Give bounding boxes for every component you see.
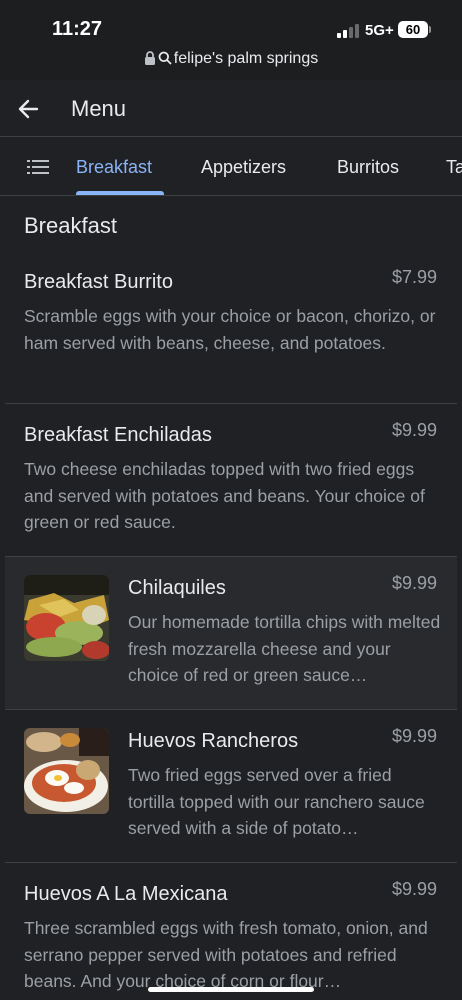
category-tabs: Breakfast Appetizers Burritos Ta bbox=[0, 137, 462, 196]
menu-item-name: Breakfast Burrito bbox=[24, 271, 173, 293]
list-icon[interactable] bbox=[27, 159, 49, 175]
menu-item-name: Huevos Rancheros bbox=[128, 730, 299, 752]
menu-item-price: $9.99 bbox=[391, 573, 437, 593]
huevos-rancheros-photo bbox=[24, 728, 109, 814]
menu-item-price: $9.99 bbox=[391, 420, 437, 440]
menu-item[interactable]: Breakfast Burrito $7.99 Scramble eggs wi… bbox=[5, 251, 457, 404]
menu-item-description: Two fried eggs served over a fried torti… bbox=[128, 765, 425, 838]
section-title: Breakfast bbox=[24, 213, 117, 238]
signal-icon bbox=[337, 24, 359, 38]
menu-item[interactable]: Huevos A La Mexicana $9.99 Three scrambl… bbox=[5, 863, 457, 1000]
menu-item-price: $7.99 bbox=[391, 267, 437, 287]
status-bar: 11:27 5G+ 60 felipe's palm springs bbox=[0, 0, 462, 80]
back-arrow-icon[interactable] bbox=[16, 96, 42, 122]
menu-item-price: $9.99 bbox=[391, 726, 437, 746]
menu-item[interactable]: Huevos Rancheros $9.99 Two fried eggs se… bbox=[5, 710, 457, 863]
status-time: 11:27 bbox=[52, 18, 103, 40]
browser-url-bar[interactable]: felipe's palm springs bbox=[0, 50, 462, 70]
app-bar: Menu bbox=[0, 80, 462, 137]
menu-item-description: Three scrambled eggs with fresh tomato, … bbox=[24, 918, 428, 991]
search-icon bbox=[158, 51, 172, 70]
tab-appetizers[interactable]: Appetizers bbox=[201, 157, 286, 178]
battery-icon: 60 bbox=[398, 21, 428, 38]
menu-item-name: Chilaquiles bbox=[128, 577, 226, 599]
tab-burritos[interactable]: Burritos bbox=[337, 157, 399, 178]
url-text: felipe's palm springs bbox=[173, 50, 319, 67]
menu-item[interactable]: Breakfast Enchiladas $9.99 Two cheese en… bbox=[5, 404, 457, 557]
battery-tip bbox=[429, 26, 431, 33]
home-indicator[interactable] bbox=[148, 987, 314, 992]
tab-breakfast[interactable]: Breakfast bbox=[76, 157, 152, 178]
network-label: 5G+ bbox=[365, 22, 394, 39]
menu-item-price: $9.99 bbox=[391, 879, 437, 899]
menu-item[interactable]: Chilaquiles $9.99 Our homemade tortilla … bbox=[5, 557, 457, 710]
menu-item-name: Breakfast Enchiladas bbox=[24, 424, 212, 446]
lock-icon bbox=[144, 51, 156, 70]
chilaquiles-photo bbox=[24, 575, 109, 661]
menu-item-name: Huevos A La Mexicana bbox=[24, 883, 228, 905]
menu-item-description: Two cheese enchiladas topped with two fr… bbox=[24, 459, 425, 532]
menu-item-description: Scramble eggs with your choice or bacon,… bbox=[24, 306, 436, 353]
tab-tacos[interactable]: Ta bbox=[446, 157, 462, 178]
page-title: Menu bbox=[71, 96, 127, 121]
active-tab-indicator bbox=[76, 191, 164, 195]
menu-item-description: Our homemade tortilla chips with melted … bbox=[128, 612, 441, 685]
